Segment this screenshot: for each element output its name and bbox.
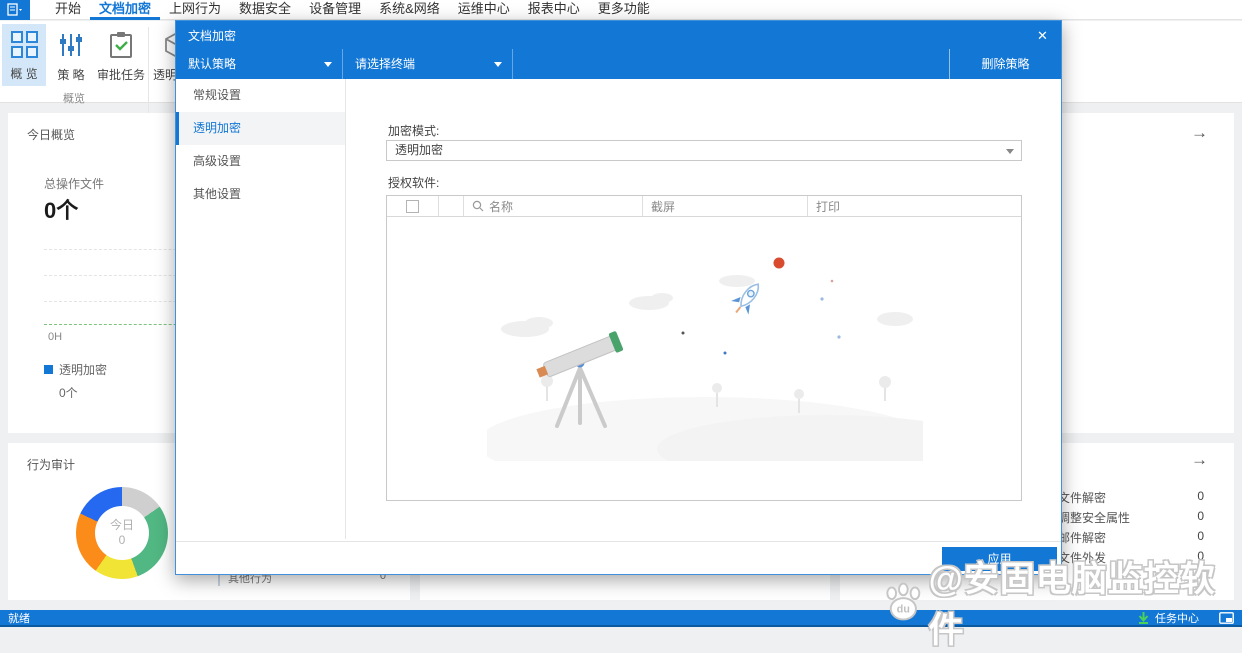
decrypt-stat-list: 文件解密 0 调整安全属性 0 邮件解密 0 文件外发 0 bbox=[1058, 489, 1204, 569]
arrow-right-icon[interactable]: → bbox=[1191, 123, 1208, 143]
list-item: 邮件解密 0 bbox=[1058, 529, 1204, 549]
toolbar-group-divider bbox=[148, 27, 149, 117]
terminal-dropdown[interactable]: 请选择终端 bbox=[343, 49, 513, 79]
stat-value: 0 bbox=[1197, 509, 1204, 523]
column-print-label: 打印 bbox=[816, 199, 841, 214]
stat-value: 0 bbox=[1197, 489, 1204, 503]
menu-item-doc-encrypt[interactable]: 文档加密 bbox=[90, 0, 161, 20]
menu-item-device-mgmt[interactable]: 设备管理 bbox=[300, 0, 370, 20]
document-encrypt-dialog: 文档加密 ✕ 默认策略 请选择终端 删除策略 常规设置 透明加密 高级设置 其他… bbox=[175, 20, 1062, 575]
dialog-title: 文档加密 bbox=[188, 28, 237, 43]
sliders-icon bbox=[60, 34, 82, 56]
dialog-sidebar: 常规设置 透明加密 高级设置 其他设置 bbox=[176, 79, 346, 539]
planet-dot bbox=[773, 257, 785, 269]
toolbar-approval-button[interactable]: 审批任务 bbox=[95, 24, 147, 86]
total-files-label: 总操作文件 bbox=[44, 177, 105, 191]
tray-window-icon[interactable] bbox=[1219, 611, 1234, 624]
today-overview-title: 今日概览 bbox=[27, 128, 76, 142]
authorized-software-table: 名称 截屏 打印 bbox=[386, 195, 1022, 501]
toolbar-approval-label: 审批任务 bbox=[96, 68, 145, 82]
sidebar-item-general[interactable]: 常规设置 bbox=[176, 79, 345, 112]
donut-center: 今日 0 bbox=[95, 506, 149, 560]
chevron-down-icon bbox=[1006, 149, 1014, 154]
legend-label: 透明加密 bbox=[59, 363, 108, 378]
toolbar-group-label: 概览 bbox=[63, 93, 85, 105]
toolbar-overview-button[interactable]: 概 览 bbox=[2, 24, 46, 86]
sidebar-item-advanced[interactable]: 高级设置 bbox=[176, 145, 345, 178]
behavior-audit-title: 行为审计 bbox=[27, 458, 76, 472]
list-item: 文件解密 0 bbox=[1058, 489, 1204, 509]
apply-button[interactable]: 应用 bbox=[942, 547, 1057, 571]
toolbar-overview-label: 概 览 bbox=[10, 67, 38, 81]
dialog-toolbar-spacer bbox=[513, 49, 949, 79]
search-icon[interactable] bbox=[472, 200, 484, 212]
app-menu-button[interactable] bbox=[0, 0, 30, 20]
column-screenshot-label: 截屏 bbox=[651, 199, 676, 214]
chevron-down-icon bbox=[19, 9, 22, 11]
chevron-down-icon bbox=[494, 62, 502, 67]
header-checkbox-cell bbox=[387, 196, 439, 216]
menu-bar: 开始 文档加密 上网行为 数据安全 设备管理 系统&网络 运维中心 报表中心 更… bbox=[0, 0, 1242, 20]
clipboard-check-icon bbox=[110, 32, 132, 58]
table-header-row: 名称 截屏 打印 bbox=[387, 196, 1021, 217]
menu-item-start[interactable]: 开始 bbox=[46, 0, 90, 20]
dialog-title-bar: 文档加密 bbox=[176, 21, 1061, 49]
menu-item-system-network[interactable]: 系统&网络 bbox=[370, 0, 449, 20]
chart-legend: 透明加密 0个 bbox=[44, 361, 107, 401]
stat-value: 0 bbox=[1197, 529, 1204, 543]
overview-grid-icon bbox=[10, 31, 38, 58]
menu-item-ops-center[interactable]: 运维中心 bbox=[449, 0, 519, 20]
donut-center-value: 0 bbox=[118, 533, 126, 547]
stat-label: 文件外发 bbox=[1058, 551, 1107, 565]
chevron-down-icon bbox=[324, 62, 332, 67]
list-item: 文件外发 0 bbox=[1058, 549, 1204, 569]
main-menu: 开始 文档加密 上网行为 数据安全 设备管理 系统&网络 运维中心 报表中心 更… bbox=[46, 0, 659, 20]
download-arrow-icon bbox=[1138, 611, 1149, 624]
menu-item-more[interactable]: 更多功能 bbox=[589, 0, 659, 20]
close-icon[interactable]: ✕ bbox=[1033, 26, 1052, 45]
encrypt-mode-label: 加密模式: bbox=[388, 124, 440, 138]
sidebar-item-other[interactable]: 其他设置 bbox=[176, 178, 345, 211]
list-item: 调整安全属性 0 bbox=[1058, 509, 1204, 529]
column-name-label: 名称 bbox=[489, 199, 514, 214]
toolbar-policy-label: 策 略 bbox=[57, 68, 85, 82]
terminal-dropdown-value: 请选择终端 bbox=[355, 57, 416, 71]
stat-label: 文件解密 bbox=[1058, 491, 1107, 505]
arrow-right-icon[interactable]: → bbox=[1191, 450, 1208, 470]
authorized-software-label: 授权软件: bbox=[388, 176, 440, 190]
header-empty-cell bbox=[439, 196, 464, 216]
legend-value: 0个 bbox=[59, 386, 78, 400]
audit-donut-chart: 今日 0 bbox=[76, 487, 168, 579]
sidebar-item-transparent-encrypt[interactable]: 透明加密 bbox=[176, 112, 345, 145]
menu-item-data-security[interactable]: 数据安全 bbox=[230, 0, 300, 20]
chart-x-tick: 0H bbox=[48, 331, 63, 343]
stat-label: 调整安全属性 bbox=[1058, 511, 1131, 525]
header-screenshot-cell: 截屏 bbox=[643, 196, 808, 216]
header-print-cell: 打印 bbox=[808, 196, 1021, 216]
donut-center-label: 今日 bbox=[109, 518, 134, 532]
task-center-button[interactable]: 任务中心 bbox=[1155, 610, 1199, 626]
app-window-icon bbox=[7, 3, 22, 16]
encrypt-mode-value: 透明加密 bbox=[395, 143, 444, 157]
stat-value: 0 bbox=[1197, 549, 1204, 563]
menu-item-report-center[interactable]: 报表中心 bbox=[519, 0, 589, 20]
policy-dropdown[interactable]: 默认策略 bbox=[176, 49, 343, 79]
encrypt-mode-select[interactable]: 透明加密 bbox=[386, 140, 1022, 161]
toolbar-policy-button[interactable]: 策 略 bbox=[50, 24, 92, 86]
legend-swatch-transparent-encrypt bbox=[44, 365, 53, 375]
dialog-toolbar: 默认策略 请选择终端 删除策略 bbox=[176, 49, 1061, 79]
delete-policy-button[interactable]: 删除策略 bbox=[949, 49, 1061, 79]
status-bar: 就绪 任务中心 bbox=[0, 610, 1242, 627]
status-ready-label: 就绪 bbox=[8, 612, 30, 625]
empty-state-illustration bbox=[487, 257, 923, 461]
dialog-footer-divider bbox=[176, 541, 1061, 542]
select-all-checkbox[interactable] bbox=[406, 199, 419, 213]
policy-dropdown-value: 默认策略 bbox=[188, 57, 237, 71]
stat-label: 邮件解密 bbox=[1058, 531, 1107, 545]
menu-item-web-behavior[interactable]: 上网行为 bbox=[160, 0, 230, 20]
header-name-cell: 名称 bbox=[464, 196, 643, 216]
total-files-value: 0个 bbox=[44, 198, 79, 223]
